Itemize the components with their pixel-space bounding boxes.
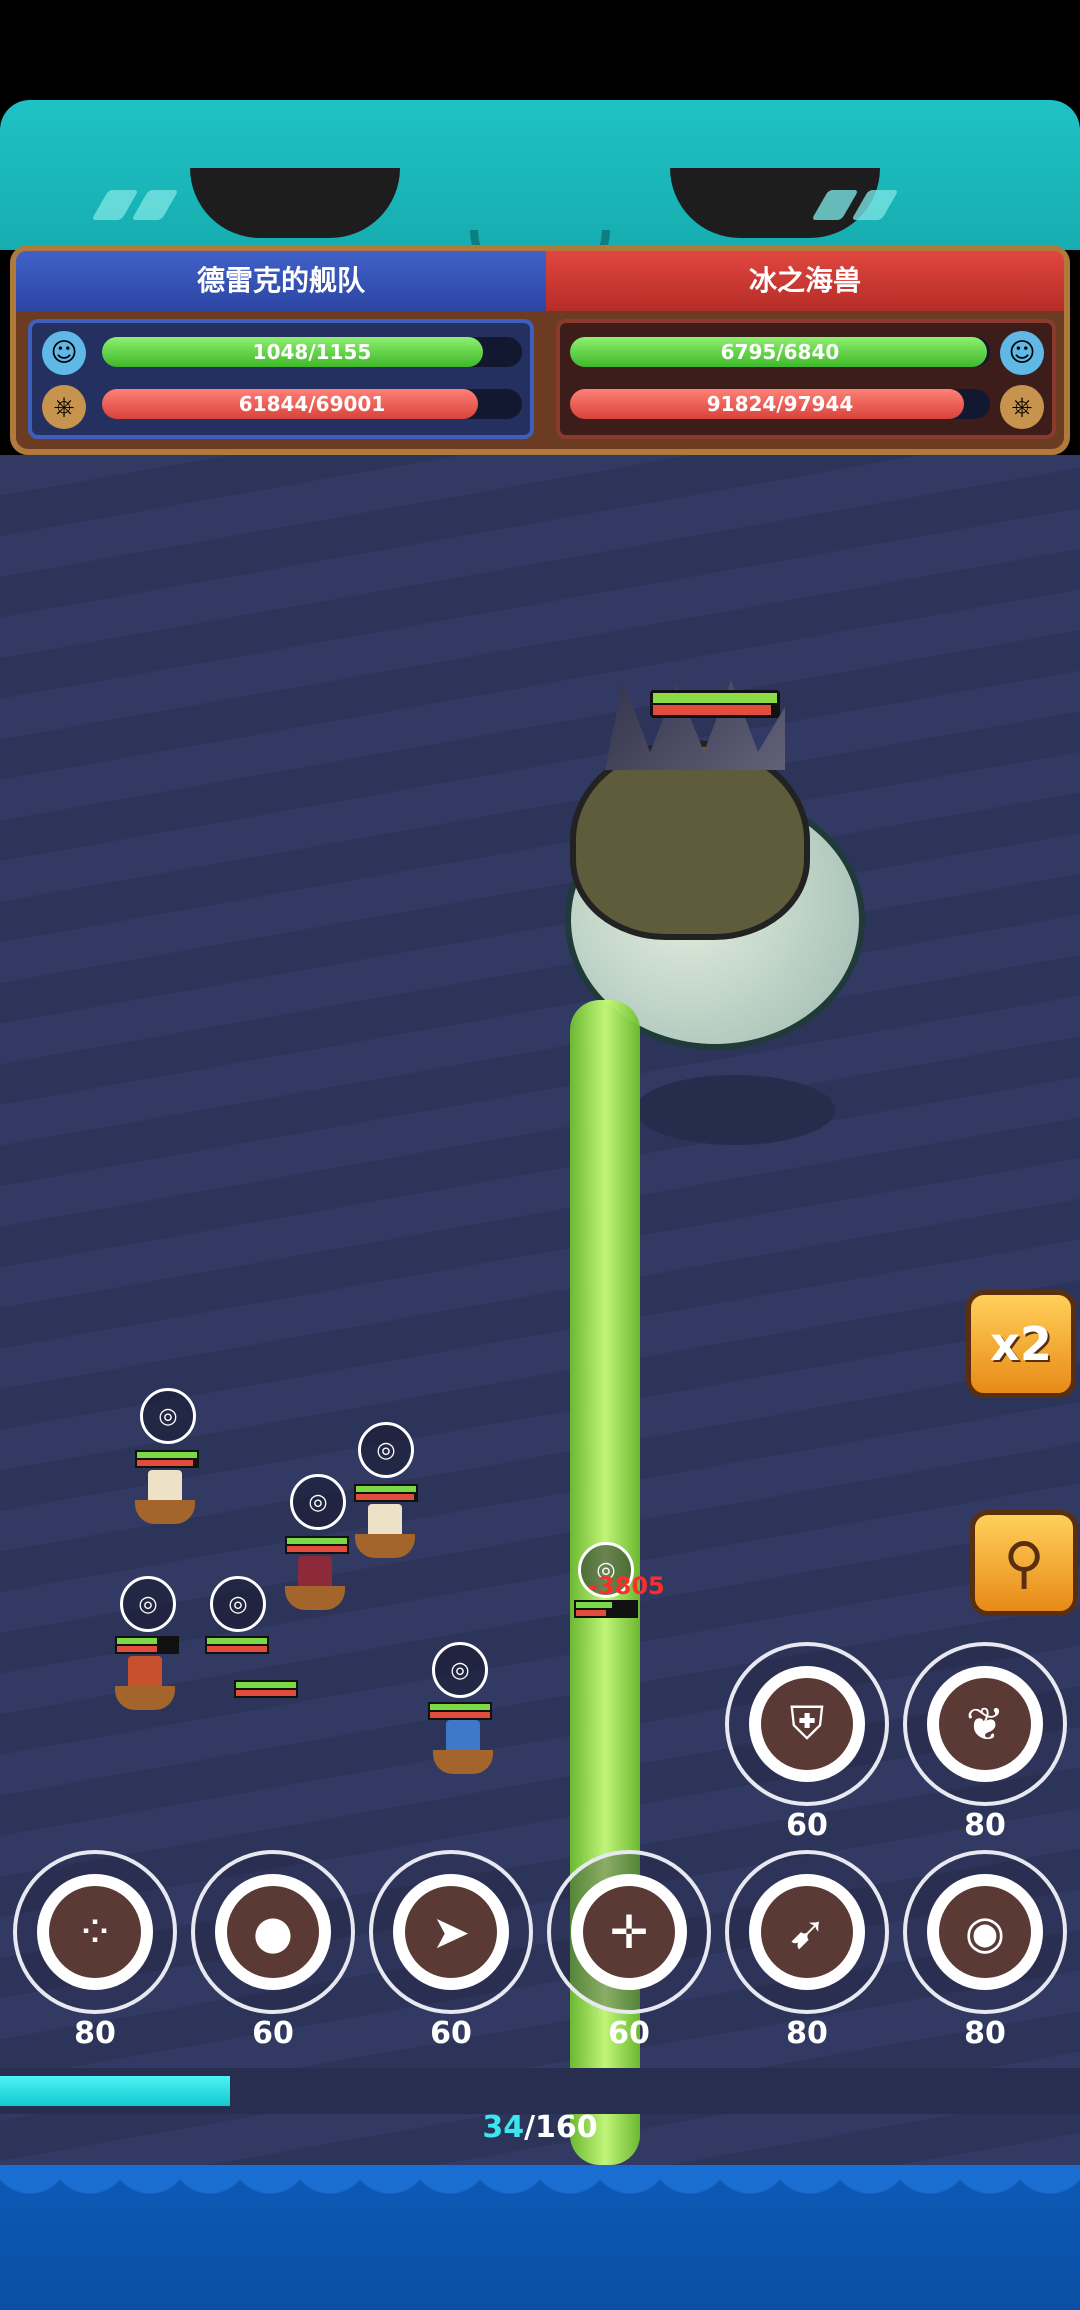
boss-head	[570, 740, 810, 940]
bottom-water-decor	[0, 2165, 1080, 2310]
ship-skill-marker: ◎	[120, 1576, 176, 1632]
left-ship-hp-bar: 61844/69001	[102, 389, 522, 419]
skill-cost: 80	[964, 1808, 1006, 1843]
bomb-icon: ◉	[939, 1886, 1031, 1978]
skill-button-top-1[interactable]: ⛨	[725, 1642, 889, 1806]
multi-cannonball-icon: ⁘	[49, 1886, 141, 1978]
boss-hp-bar	[650, 690, 780, 718]
player-ship[interactable]	[350, 1504, 420, 1564]
right-crew-hp-bar: 6795/6840	[570, 337, 990, 367]
status-bar-area	[0, 0, 1080, 100]
right-ship-hp-text: 91824/97944	[706, 392, 854, 416]
ship-hp-bar	[285, 1536, 349, 1554]
right-team-name: 冰之海兽	[546, 251, 1064, 311]
skill-cost: 80	[964, 2016, 1006, 2051]
damage-popup: -3805	[588, 1572, 665, 1600]
ship-skill-marker: ◎	[432, 1642, 488, 1698]
right-crew-hp-text: 6795/6840	[720, 340, 840, 364]
energy-fill	[0, 2076, 230, 2106]
search-button[interactable]: ⚲	[970, 1510, 1078, 1616]
rocket-icon: ➹	[761, 1886, 853, 1978]
skill-cost: 80	[74, 2016, 116, 2051]
creature-eye-left	[190, 168, 400, 238]
energy-counter: 34/160	[0, 2110, 1080, 2145]
skill-button-4[interactable]: ✛	[547, 1850, 711, 2014]
left-crew-hp-bar: 1048/1155	[102, 337, 522, 367]
ship-hp-bar	[205, 1636, 269, 1654]
cannonball-icon: ●	[227, 1886, 319, 1978]
ship-hp-bar	[115, 1636, 179, 1654]
skill-cost: 60	[430, 2016, 472, 2051]
boss-shadow	[635, 1075, 835, 1145]
shark-icon: ➤	[405, 1886, 497, 1978]
creature-header-art	[0, 100, 1080, 250]
left-team-stats: ☺ ⎈ 1048/1155 61844/69001	[28, 319, 534, 439]
skill-button-6[interactable]: ◉	[903, 1850, 1067, 2014]
battle-status-panel: 德雷克的舰队 冰之海兽 ☺ ⎈ 1048/1155 61844/69001 67…	[10, 245, 1070, 455]
ship-skill-marker: ◎	[210, 1576, 266, 1632]
ship-skill-marker: ◎	[290, 1474, 346, 1530]
energy-bar	[0, 2068, 1080, 2114]
skill-button-2[interactable]: ●	[191, 1850, 355, 2014]
ship-skill-marker: ◎	[358, 1422, 414, 1478]
ship-wheel-icon: ⎈	[1000, 385, 1044, 429]
ship-hp-bar	[574, 1600, 638, 1618]
skill-cost: 60	[252, 2016, 294, 2051]
player-ship[interactable]	[428, 1720, 498, 1780]
left-ship-hp-text: 61844/69001	[238, 392, 386, 416]
speed-x2-button[interactable]: x2	[966, 1290, 1076, 1398]
left-crew-hp-text: 1048/1155	[252, 340, 372, 364]
energy-max: 160	[535, 2110, 598, 2145]
decor-stripe	[91, 190, 139, 220]
left-team-name: 德雷克的舰队	[16, 251, 546, 311]
player-ship[interactable]	[110, 1656, 180, 1716]
skill-button-3[interactable]: ➤	[369, 1850, 533, 2014]
right-team-stats: 6795/6840 91824/97944 ☺ ⎈	[556, 319, 1056, 439]
ship-hp-bar	[135, 1450, 199, 1468]
player-ship[interactable]	[130, 1470, 200, 1530]
player-ship[interactable]	[280, 1556, 350, 1616]
boss-ship-hp	[653, 705, 771, 715]
skill-button-1[interactable]: ⁘	[13, 1850, 177, 2014]
ship-hp-bar	[428, 1702, 492, 1720]
skill-button-top-2[interactable]: ❦	[903, 1642, 1067, 1806]
aim-icon: ✛	[583, 1886, 675, 1978]
energy-current: 34	[482, 2110, 525, 2145]
skill-cost: 60	[786, 1808, 828, 1843]
decor-stripe	[131, 190, 179, 220]
wings-icon: ❦	[939, 1678, 1031, 1770]
ship-wheel-icon: ⎈	[42, 385, 86, 429]
ship-skill-marker: ◎	[140, 1388, 196, 1444]
magnifier-icon: ⚲	[1003, 1530, 1045, 1596]
ship-hp-bar	[234, 1680, 298, 1698]
right-ship-hp-bar: 91824/97944	[570, 389, 990, 419]
energy-separator: /	[524, 2110, 536, 2145]
cannon-shield-icon: ⛨	[761, 1678, 853, 1770]
crew-icon: ☺	[1000, 331, 1044, 375]
boss-crew-hp	[653, 693, 777, 703]
ship-hp-bar	[354, 1484, 418, 1502]
skill-cost: 60	[608, 2016, 650, 2051]
skill-cost: 80	[786, 2016, 828, 2051]
skill-button-5[interactable]: ➹	[725, 1850, 889, 2014]
crew-icon: ☺	[42, 331, 86, 375]
